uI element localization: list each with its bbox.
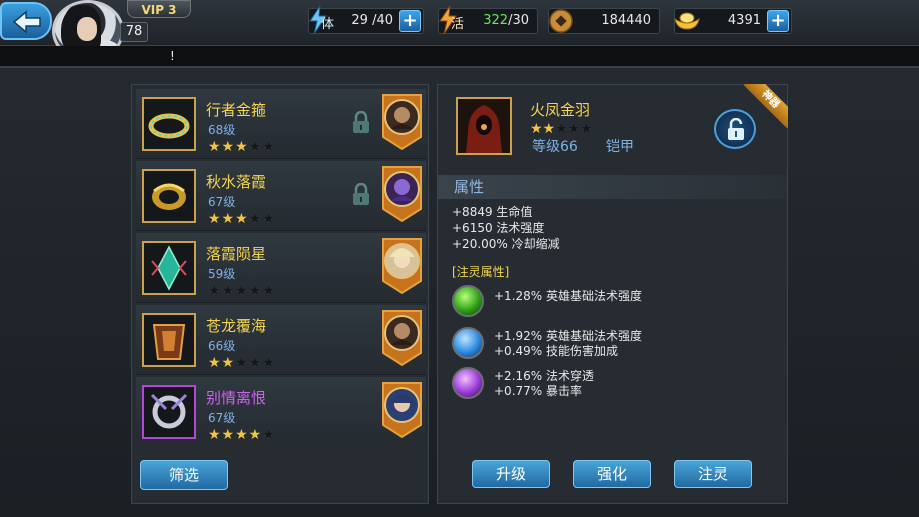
hero-portrait-badge[interactable] bbox=[381, 237, 423, 295]
stamina-value: 29 /40 bbox=[351, 13, 393, 28]
star-rating: ★★★★★ bbox=[530, 121, 593, 137]
list-item[interactable]: 苍龙覆海 66级 ★★★★★ bbox=[136, 305, 426, 375]
purple-gem-icon bbox=[452, 367, 484, 399]
gold-ingot-icon bbox=[674, 12, 700, 30]
lock-icon[interactable] bbox=[351, 183, 371, 207]
silver-blade-ring-icon bbox=[142, 385, 196, 439]
item-name: 别情离恨 bbox=[206, 389, 267, 407]
star-rating: ★★★★★ bbox=[208, 355, 276, 371]
item-name: 苍龙覆海 bbox=[206, 317, 267, 335]
coin-icon bbox=[549, 9, 573, 33]
item-level: 68级 bbox=[208, 123, 236, 137]
item-name: 行者金箍 bbox=[206, 101, 267, 119]
unlock-button[interactable] bbox=[714, 109, 756, 149]
hooded-figure-icon bbox=[456, 97, 512, 155]
blue-gem-icon bbox=[452, 327, 484, 359]
ingots-resource: 4391 + bbox=[674, 8, 792, 34]
upgrade-button[interactable]: 升级 bbox=[472, 460, 550, 488]
vip-badge[interactable]: VIP 3 bbox=[127, 0, 191, 18]
green-crystal-icon bbox=[142, 241, 196, 295]
star-rating: ★★★★★ bbox=[208, 211, 276, 227]
list-item[interactable]: 秋水落霞 67级 ★★★★★ bbox=[136, 161, 426, 231]
stat-line: +8849 生命值 bbox=[452, 205, 533, 219]
stat-line: +6150 法术强度 bbox=[452, 221, 545, 235]
vitality-resource: 活 322/30 bbox=[438, 5, 538, 35]
star-rating: ★★★★★ bbox=[208, 283, 276, 299]
player-level: 78 bbox=[120, 22, 148, 42]
equipment-level: 等级66 bbox=[532, 139, 578, 155]
hero-portrait-badge[interactable] bbox=[381, 165, 423, 223]
infusion-title: [注灵属性] bbox=[452, 265, 510, 279]
list-item[interactable]: 别情离恨 67级 ★★★★★ bbox=[136, 377, 426, 441]
back-button[interactable] bbox=[0, 2, 52, 40]
hero-portrait-badge[interactable] bbox=[381, 309, 423, 367]
star-rating: ★★★★★ bbox=[208, 427, 276, 441]
stamina-label: 体 bbox=[321, 17, 335, 32]
add-stamina-button[interactable]: + bbox=[399, 10, 421, 32]
equipment-name: 火凤金羽 bbox=[530, 101, 591, 119]
unlock-icon bbox=[728, 118, 744, 140]
stamina-resource: 体 29 /40 + bbox=[308, 5, 424, 35]
filter-button[interactable]: 筛选 bbox=[140, 460, 228, 490]
item-name: 落霞陨星 bbox=[206, 245, 267, 263]
equipment-list-panel: 行者金箍 68级 ★★★★★ 秋水落霞 67级 ★★★★★ 落霞陨星 59级 ★… bbox=[131, 84, 429, 504]
list-item[interactable]: 落霞陨星 59级 ★★★★★ bbox=[136, 233, 426, 303]
enhance-button[interactable]: 强化 bbox=[573, 460, 651, 488]
item-name: 秋水落霞 bbox=[206, 173, 267, 191]
golden-headband-icon bbox=[142, 97, 196, 151]
item-level: 67级 bbox=[208, 195, 236, 209]
item-level: 59级 bbox=[208, 267, 236, 281]
equipment-type: 铠甲 bbox=[606, 139, 634, 155]
star-rating: ★★★★★ bbox=[208, 139, 276, 155]
hero-portrait-badge[interactable] bbox=[381, 381, 423, 439]
lock-icon[interactable] bbox=[351, 111, 371, 135]
equipment-list[interactable]: 行者金箍 68级 ★★★★★ 秋水落霞 67级 ★★★★★ 落霞陨星 59级 ★… bbox=[136, 89, 426, 441]
dragon-armor-icon bbox=[142, 313, 196, 367]
coins-resource: 184440 bbox=[548, 8, 660, 34]
list-item[interactable]: 行者金箍 68级 ★★★★★ bbox=[136, 89, 426, 159]
back-arrow-icon bbox=[12, 10, 41, 34]
ingots-value: 4391 bbox=[727, 13, 761, 28]
vitality-value: 322/30 bbox=[483, 13, 529, 28]
item-level: 66级 bbox=[208, 339, 236, 353]
attributes-header: 属性 bbox=[438, 175, 787, 199]
vitality-label: 活 bbox=[451, 17, 465, 32]
infusion-line: +1.28% 英雄基础法术强度 bbox=[494, 289, 642, 303]
golden-ring-icon bbox=[142, 169, 196, 223]
green-gem-icon bbox=[452, 285, 484, 317]
equipment-detail-panel: 神器 火凤金羽 ★★★★★ 等级66 铠甲 属性 +8849 生命值 +6150… bbox=[437, 84, 788, 504]
stat-line: +20.00% 冷却缩减 bbox=[452, 237, 560, 251]
infusion-line: +2.16% 法术穿透 +0.77% 暴击率 bbox=[494, 369, 594, 398]
notice-bar: ! bbox=[0, 46, 919, 66]
hero-portrait-badge[interactable] bbox=[381, 93, 423, 151]
coins-value: 184440 bbox=[601, 13, 651, 28]
infusion-line: +1.92% 英雄基础法术强度 +0.49% 技能伤害加成 bbox=[494, 329, 642, 358]
infuse-button[interactable]: 注灵 bbox=[674, 460, 752, 488]
item-level: 67级 bbox=[208, 411, 236, 425]
add-ingots-button[interactable]: + bbox=[767, 10, 789, 32]
